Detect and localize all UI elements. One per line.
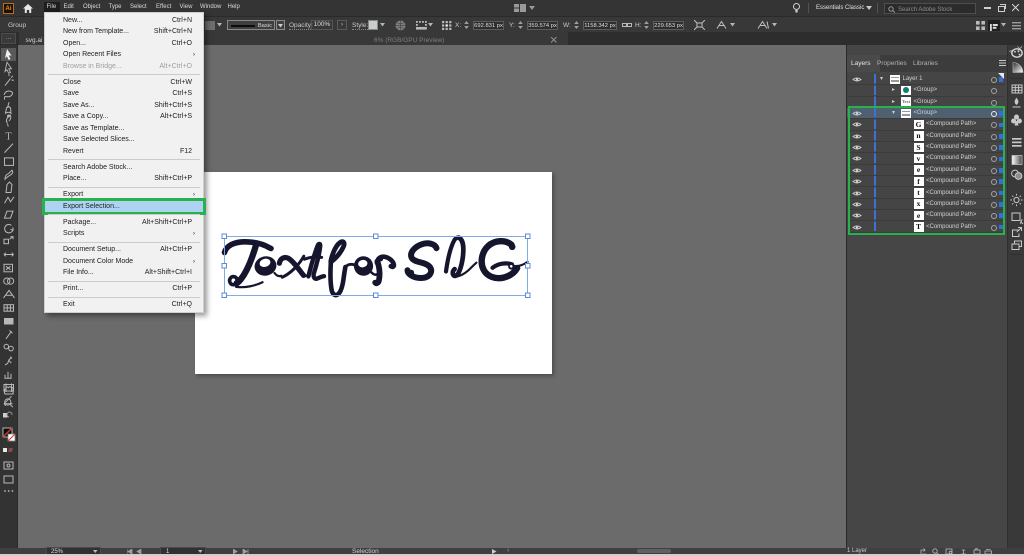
svg-text:T: T xyxy=(6,131,12,142)
